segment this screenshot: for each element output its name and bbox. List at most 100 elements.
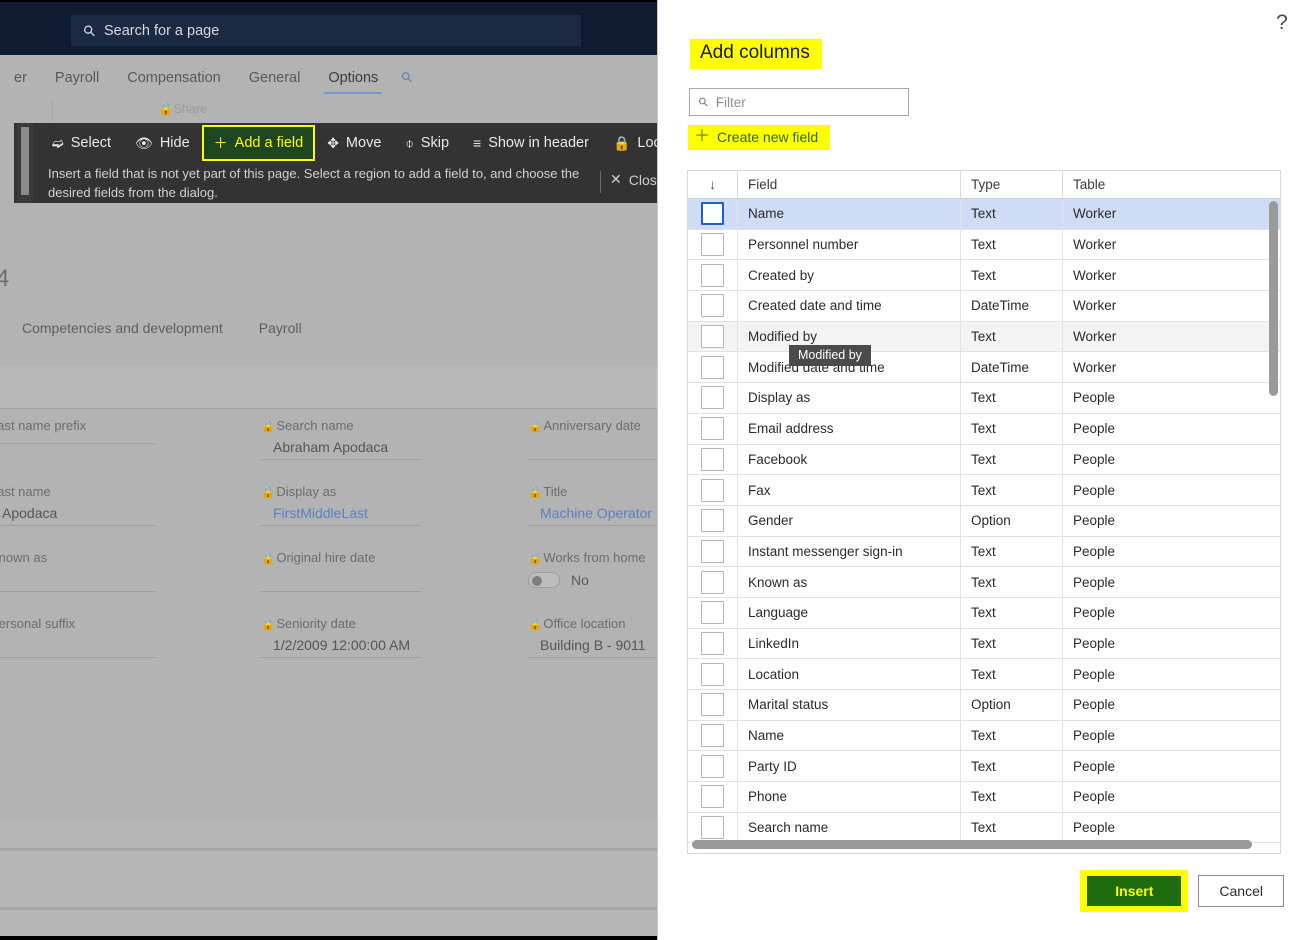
table-row[interactable]: Modified date and timeDateTimeWorker bbox=[688, 352, 1280, 383]
checkbox-icon[interactable] bbox=[701, 325, 724, 348]
row-checkbox-cell[interactable] bbox=[688, 537, 738, 567]
row-checkbox-cell[interactable] bbox=[688, 199, 738, 229]
checkbox-icon[interactable] bbox=[701, 632, 724, 655]
checkbox-icon[interactable] bbox=[701, 417, 724, 440]
page-search-input[interactable]: ⚲ Search for a page bbox=[71, 15, 581, 46]
designer-close-button[interactable]: ✕ Close bbox=[610, 171, 658, 188]
designer-show-in-header-button[interactable]: ≡ Show in header bbox=[461, 123, 601, 163]
field-search-name[interactable]: 🔒Search name Abraham Apodaca bbox=[261, 418, 421, 460]
grid-header-sort-cell[interactable]: ↓ bbox=[688, 171, 738, 198]
checkbox-icon[interactable] bbox=[701, 540, 724, 563]
row-checkbox-cell[interactable] bbox=[688, 506, 738, 536]
row-checkbox-cell[interactable] bbox=[688, 813, 738, 843]
toggle-switch[interactable] bbox=[528, 572, 560, 588]
checkbox-icon[interactable] bbox=[701, 264, 724, 287]
checkbox-icon[interactable] bbox=[701, 755, 724, 778]
designer-move-button[interactable]: ✥ Move bbox=[315, 123, 393, 163]
checkbox-icon[interactable] bbox=[701, 571, 724, 594]
subtab-payroll[interactable]: Payroll bbox=[237, 320, 316, 354]
table-row[interactable]: Created date and timeDateTimeWorker bbox=[688, 291, 1280, 322]
field-last-name[interactable]: Last name Apodaca bbox=[0, 484, 155, 526]
field-display-as[interactable]: 🔒Display as FirstMiddleLast bbox=[261, 484, 421, 526]
designer-skip-button[interactable]: ⌽ Skip bbox=[393, 123, 461, 163]
checkbox-icon[interactable] bbox=[701, 479, 724, 502]
table-row[interactable]: Marital statusOptionPeople bbox=[688, 690, 1280, 721]
checkbox-icon[interactable] bbox=[701, 233, 724, 256]
designer-hide-button[interactable]: 👁 Hide bbox=[123, 123, 202, 163]
row-checkbox-cell[interactable] bbox=[688, 383, 738, 413]
field-anniversary-date[interactable]: 🔒Anniversary date bbox=[528, 418, 658, 460]
table-row[interactable]: Personnel numberTextWorker bbox=[688, 230, 1280, 261]
row-checkbox-cell[interactable] bbox=[688, 659, 738, 689]
table-row[interactable]: NameTextWorker bbox=[688, 199, 1280, 230]
tab-compensation[interactable]: Compensation bbox=[113, 55, 235, 100]
tab-payroll[interactable]: Payroll bbox=[41, 55, 113, 100]
row-checkbox-cell[interactable] bbox=[688, 475, 738, 505]
row-checkbox-cell[interactable] bbox=[688, 230, 738, 260]
table-row[interactable]: NameTextPeople bbox=[688, 721, 1280, 752]
checkbox-icon[interactable] bbox=[701, 724, 724, 747]
table-row[interactable]: Known asTextPeople bbox=[688, 567, 1280, 598]
row-checkbox-cell[interactable] bbox=[688, 291, 738, 321]
field-original-hire-date[interactable]: 🔒Original hire date bbox=[261, 550, 421, 592]
table-row[interactable]: FaxTextPeople bbox=[688, 475, 1280, 506]
table-row[interactable]: FacebookTextPeople bbox=[688, 445, 1280, 476]
checkbox-icon[interactable] bbox=[701, 816, 724, 839]
grid-horizontal-scrollbar[interactable] bbox=[692, 840, 1275, 849]
help-icon[interactable]: ? bbox=[1270, 12, 1294, 33]
designer-select-button[interactable]: ➫ Select bbox=[40, 123, 123, 163]
row-checkbox-cell[interactable] bbox=[688, 751, 738, 781]
table-row[interactable]: Instant messenger sign-inTextPeople bbox=[688, 537, 1280, 568]
row-checkbox-cell[interactable] bbox=[688, 352, 738, 382]
checkbox-icon[interactable] bbox=[701, 663, 724, 686]
row-checkbox-cell[interactable] bbox=[688, 445, 738, 475]
checkbox-icon[interactable] bbox=[701, 294, 724, 317]
table-row[interactable]: Search nameTextPeople bbox=[688, 813, 1280, 844]
table-row[interactable]: LanguageTextPeople bbox=[688, 598, 1280, 629]
row-checkbox-cell[interactable] bbox=[688, 690, 738, 720]
field-title[interactable]: 🔒Title Machine Operator bbox=[528, 484, 658, 526]
table-row[interactable]: Modified byTextWorker bbox=[688, 322, 1280, 353]
field-office-location[interactable]: 🔒Office location Building B - 9011 bbox=[528, 616, 658, 658]
subtab-competencies-and-development[interactable]: Competencies and development bbox=[0, 320, 237, 354]
checkbox-icon[interactable] bbox=[701, 386, 724, 409]
filter-input[interactable]: ⚲ Filter bbox=[689, 88, 909, 116]
tab-er[interactable]: er bbox=[0, 55, 41, 100]
checkbox-icon[interactable] bbox=[701, 356, 724, 379]
cancel-button[interactable]: Cancel bbox=[1198, 875, 1284, 907]
table-row[interactable]: Created byTextWorker bbox=[688, 260, 1280, 291]
row-checkbox-cell[interactable] bbox=[688, 721, 738, 751]
row-checkbox-cell[interactable] bbox=[688, 629, 738, 659]
table-row[interactable]: Party IDTextPeople bbox=[688, 751, 1280, 782]
checkbox-icon[interactable] bbox=[701, 448, 724, 471]
table-row[interactable]: Display asTextPeople bbox=[688, 383, 1280, 414]
grid-header-type[interactable]: Type bbox=[961, 171, 1063, 198]
checkbox-icon[interactable] bbox=[701, 785, 724, 808]
checkbox-icon[interactable] bbox=[701, 601, 724, 624]
checkbox-icon[interactable] bbox=[701, 509, 724, 532]
field-works-from-home[interactable]: 🔒Works from home No bbox=[528, 550, 658, 591]
field-value[interactable]: FirstMiddleLast bbox=[261, 499, 421, 525]
designer-drag-handle[interactable] bbox=[17, 123, 33, 203]
field-personal-suffix[interactable]: Personal suffix bbox=[0, 616, 155, 658]
works-from-home-toggle[interactable]: No bbox=[528, 565, 658, 591]
checkbox-icon[interactable] bbox=[701, 202, 724, 225]
grid-header-field[interactable]: Field bbox=[738, 171, 961, 198]
table-row[interactable]: PhoneTextPeople bbox=[688, 782, 1280, 813]
row-checkbox-cell[interactable] bbox=[688, 782, 738, 812]
table-row[interactable]: LinkedInTextPeople bbox=[688, 629, 1280, 660]
row-checkbox-cell[interactable] bbox=[688, 414, 738, 444]
table-row[interactable]: LocationTextPeople bbox=[688, 659, 1280, 690]
table-row[interactable]: GenderOptionPeople bbox=[688, 506, 1280, 537]
grid-vertical-scrollbar[interactable] bbox=[1269, 201, 1278, 821]
designer-lock-button[interactable]: 🔒 Lock bbox=[601, 123, 658, 163]
row-checkbox-cell[interactable] bbox=[688, 322, 738, 352]
row-checkbox-cell[interactable] bbox=[688, 260, 738, 290]
create-new-field-button[interactable]: ＋ Create new field bbox=[688, 125, 830, 150]
field-seniority-date[interactable]: 🔒Seniority date 1/2/2009 12:00:00 AM bbox=[261, 616, 421, 658]
row-checkbox-cell[interactable] bbox=[688, 567, 738, 597]
row-checkbox-cell[interactable] bbox=[688, 598, 738, 628]
scrollbar-thumb[interactable] bbox=[692, 840, 1252, 849]
checkbox-icon[interactable] bbox=[701, 693, 724, 716]
field-last-name-prefix[interactable]: Last name prefix bbox=[0, 418, 155, 444]
